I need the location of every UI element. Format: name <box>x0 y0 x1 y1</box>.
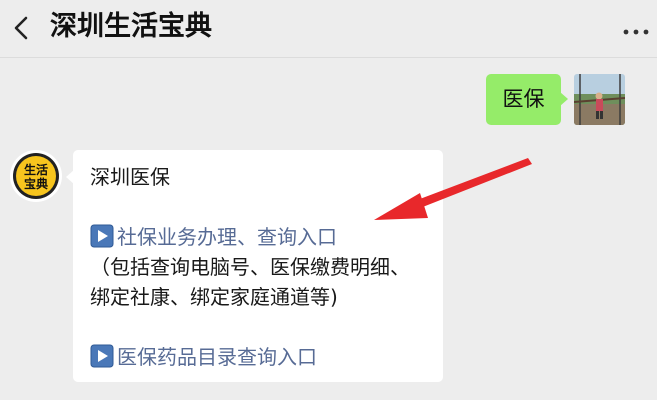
link-drug-catalog[interactable]: 医保药品目录查询入口 <box>90 342 429 372</box>
more-dots-icon[interactable] <box>621 26 651 38</box>
red-arrow-annotation <box>374 158 532 220</box>
link-social-insurance-label[interactable]: 社保业务办理、查询入口 <box>117 225 337 249</box>
official-account-avatar[interactable]: 生活 宝典 <box>10 150 62 202</box>
avatar-text-top: 生活 <box>24 162 48 177</box>
user-avatar[interactable] <box>574 74 625 125</box>
note-line-1: （包括查询电脑号、医保缴费明细、 <box>90 255 410 279</box>
avatar-text-bottom: 宝典 <box>24 176 48 191</box>
play-icon <box>90 224 114 248</box>
chevron-left-icon[interactable] <box>11 14 35 42</box>
note-line-2: 绑定社康、绑定家庭通道等) <box>90 285 338 309</box>
top-nav-bar: 深圳生活宝典 <box>0 0 657 58</box>
play-icon <box>90 344 114 368</box>
user-message-bubble[interactable]: 医保 <box>486 74 568 125</box>
link-drug-catalog-label[interactable]: 医保药品目录查询入口 <box>117 345 317 369</box>
page-title: 深圳生活宝典 <box>50 11 212 42</box>
